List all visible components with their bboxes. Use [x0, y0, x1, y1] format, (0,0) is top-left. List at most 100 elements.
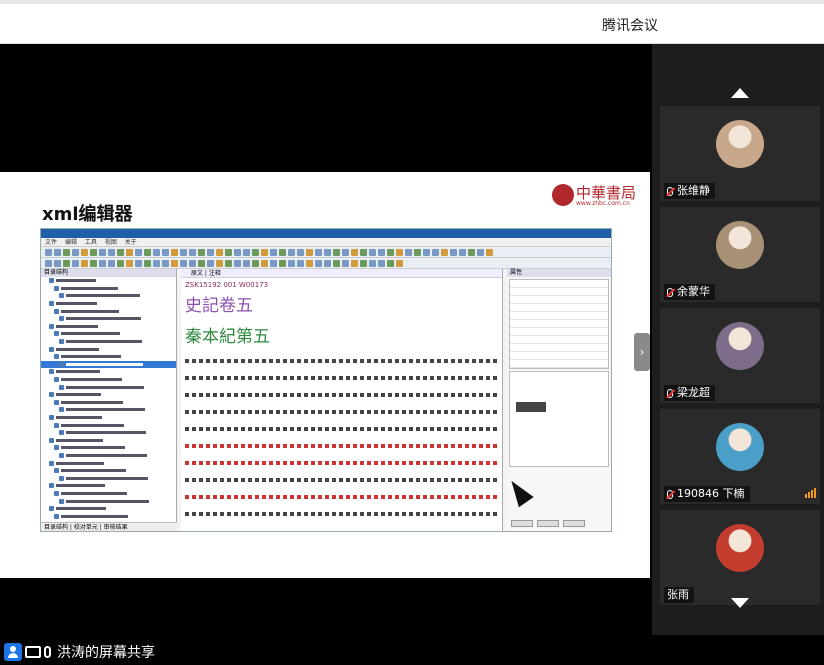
- participant-tile[interactable]: 梁龙超: [660, 308, 820, 403]
- folder-icon: [59, 361, 64, 367]
- tree-row[interactable]: [41, 459, 176, 467]
- tree-row-label: [56, 461, 104, 465]
- app-title: 腾讯会议: [602, 18, 658, 34]
- folder-icon: [54, 377, 59, 383]
- mic-muted-icon: [667, 287, 673, 297]
- status-bar: 洪涛的屏幕共享: [0, 635, 824, 665]
- tree-row-label: [61, 446, 125, 450]
- tree-row[interactable]: [41, 277, 176, 285]
- tree-row-label: [56, 324, 98, 328]
- tree-row[interactable]: [41, 399, 176, 407]
- participant-tile[interactable]: 余蒙华: [660, 207, 820, 302]
- tree-row[interactable]: [41, 300, 176, 308]
- tree-row[interactable]: [41, 307, 176, 315]
- logo-url: www.zhbc.com.cn: [576, 200, 630, 207]
- tree-row[interactable]: [41, 376, 176, 384]
- tree-row[interactable]: [41, 323, 176, 331]
- tree-row-label: [56, 347, 99, 351]
- tree-row[interactable]: [41, 452, 176, 460]
- folder-icon: [54, 490, 59, 496]
- tree-row[interactable]: [41, 512, 176, 520]
- tree-row[interactable]: [41, 482, 176, 490]
- tree-row[interactable]: [41, 406, 176, 414]
- props-header: 属性: [507, 269, 611, 277]
- editor-menu: 文件 编辑 工具 视图 关于: [41, 238, 611, 247]
- tree-row-label: [61, 400, 123, 404]
- folder-icon: [59, 475, 64, 481]
- tree-row-label: [66, 340, 142, 344]
- tree-row[interactable]: [41, 444, 176, 452]
- doc-tabs: 原文 | 注释: [181, 269, 502, 278]
- tree-row-label: [66, 317, 141, 321]
- tree-row[interactable]: [41, 330, 176, 338]
- participant-name: 梁龙超: [677, 386, 710, 399]
- tree-row-label: [56, 279, 96, 283]
- tree-row-label: [66, 499, 149, 503]
- tree-row-label: [61, 332, 120, 336]
- tree-row[interactable]: [41, 338, 176, 346]
- mic-muted-icon: [667, 186, 673, 196]
- folder-icon: [54, 354, 59, 360]
- mic-muted-icon: [667, 388, 673, 398]
- shared-slide: xml编辑器 中華書局 www.zhbc.com.cn 文件 编辑 工具 视图 …: [0, 172, 650, 578]
- arrow-down-icon[interactable]: [731, 598, 749, 608]
- tree-row[interactable]: [41, 490, 176, 498]
- tree-row[interactable]: [41, 414, 176, 422]
- tree-row[interactable]: [41, 497, 176, 505]
- editor-title-bar: [41, 229, 611, 238]
- tree-row[interactable]: [41, 292, 176, 300]
- tree-row[interactable]: [41, 285, 176, 293]
- folder-icon: [54, 513, 59, 519]
- editor-document-pane: 原文 | 注释 ZSK15192 001 W00173 史記卷五 秦本紀第五: [181, 269, 503, 531]
- text-line: [185, 387, 497, 404]
- text-line: [185, 472, 497, 489]
- tree-row-label: [56, 507, 106, 511]
- folder-icon: [54, 468, 59, 474]
- menu-item: 编辑: [64, 239, 77, 246]
- tree-row[interactable]: [41, 474, 176, 482]
- tree-row[interactable]: [41, 421, 176, 429]
- participant-name: 张雨: [667, 588, 689, 601]
- folder-icon: [49, 278, 54, 284]
- tree-row[interactable]: [41, 391, 176, 399]
- props-preview: [516, 402, 546, 412]
- tree-row[interactable]: [41, 368, 176, 376]
- participant-name: 190846 下楠: [677, 487, 745, 500]
- microphone-icon[interactable]: [44, 646, 51, 658]
- participant-tile[interactable]: 张雨: [660, 510, 820, 605]
- tree-row-label: [66, 453, 147, 457]
- tree-row[interactable]: [41, 383, 176, 391]
- tree-row[interactable]: [41, 436, 176, 444]
- chevron-right-icon[interactable]: ›: [634, 333, 650, 371]
- menu-item: 工具: [84, 239, 97, 246]
- participant-name-tag: 余蒙华: [664, 284, 715, 300]
- tree-row[interactable]: [41, 505, 176, 513]
- tree-row-label: [66, 362, 143, 366]
- tree-row[interactable]: [41, 345, 176, 353]
- avatar: [716, 423, 764, 471]
- user-icon[interactable]: [4, 643, 22, 661]
- text-line: [185, 404, 497, 421]
- slide-title: xml编辑器: [42, 204, 133, 225]
- tree-row[interactable]: [41, 315, 176, 323]
- participant-name-tag: 张维静: [664, 183, 715, 199]
- tree-row-label: [56, 393, 101, 397]
- folder-icon: [54, 445, 59, 451]
- participant-tile[interactable]: 190846 下楠: [660, 409, 820, 504]
- editor-tree-panel: 目录结构 目录结构 | 校对单元 | 审核结果: [41, 269, 177, 531]
- text-line: [185, 506, 497, 523]
- tree-row[interactable]: [41, 353, 176, 361]
- arrow-up-icon[interactable]: [731, 88, 749, 98]
- tree-row[interactable]: [41, 429, 176, 437]
- title-bar: 腾讯会议: [0, 0, 824, 44]
- participant-tile[interactable]: 张维静: [660, 106, 820, 201]
- participant-name-tag: 190846 下楠: [664, 486, 750, 502]
- folder-icon: [49, 346, 54, 352]
- tree-row[interactable]: [41, 467, 176, 475]
- tree-row[interactable]: [41, 360, 176, 369]
- tree-row-label: [61, 491, 127, 495]
- folder-icon: [59, 452, 64, 458]
- screen-share-icon[interactable]: [25, 646, 41, 658]
- menu-item: 文件: [45, 239, 58, 246]
- doc-id: ZSK15192 001 W00173: [185, 281, 269, 289]
